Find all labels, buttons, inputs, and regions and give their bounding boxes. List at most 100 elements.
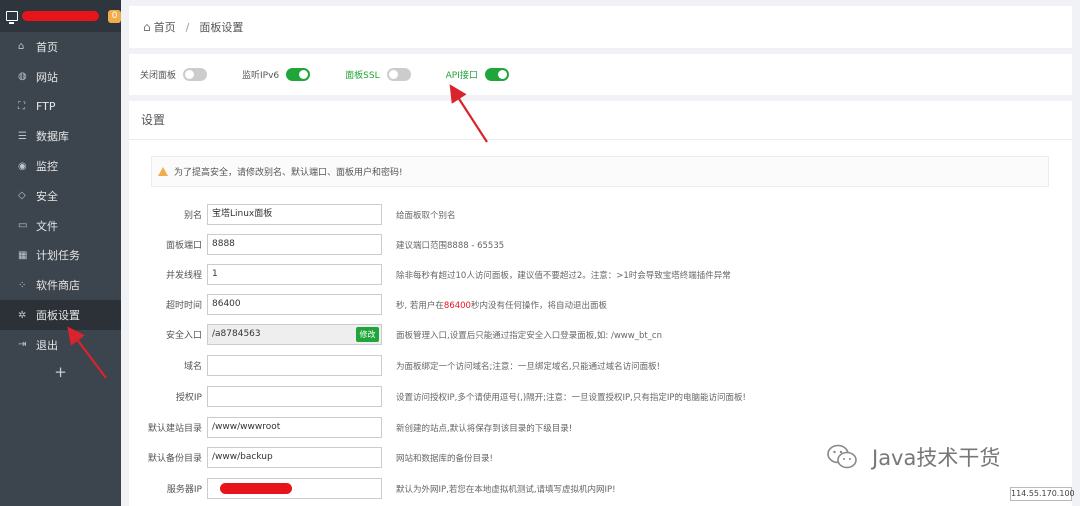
switch-on[interactable]: [484, 68, 509, 81]
field-row-backup-dir: 默认备份目录 /www/backup 网站和数据库的备份目录!: [129, 447, 493, 468]
sidebar-item-label: 面板设置: [36, 309, 80, 323]
sidebar-item-label: 数据库: [36, 130, 69, 144]
toggle-label: API接口: [445, 71, 478, 81]
field-hint: 面板管理入口,设置后只能通过指定安全入口登录面板,如: /www_bt_cn: [396, 330, 662, 341]
sidebar-item-home[interactable]: ⌂ 首页: [0, 32, 121, 62]
home-icon: ⌂: [18, 41, 25, 53]
field-label: 别名: [183, 211, 202, 221]
sidebar-item-label: FTP: [36, 99, 56, 113]
home-icon: ⌂: [143, 20, 151, 34]
field-hint: 给面板取个别名: [396, 210, 456, 221]
field-label: 授权IP: [175, 393, 202, 403]
toggle-api[interactable]: API接口: [446, 68, 509, 81]
hint-text: 秒, 若用户在: [396, 300, 444, 311]
sidebar-item-website[interactable]: ◍ 网站: [0, 62, 121, 92]
logout-icon: ⇥: [18, 339, 27, 351]
redacted-server-name: [21, 11, 100, 21]
sidebar-item-cron[interactable]: ▦ 计划任务: [0, 241, 121, 271]
sidebar-item-label: 计划任务: [36, 249, 80, 263]
hint-highlight: 86400: [443, 300, 471, 311]
sidebar-item-ftp[interactable]: ⛶ FTP: [0, 92, 121, 122]
warning-text: 为了提高安全，请修改别名、默认端口、面板用户和密码!: [174, 168, 403, 178]
sidebar-item-label: 监控: [36, 160, 58, 174]
toggle-label: 面板SSL: [345, 71, 380, 81]
field-row-alias: 别名 宝塔Linux面板 给面板取个别名: [129, 204, 456, 225]
alias-input[interactable]: 宝塔Linux面板: [207, 204, 382, 225]
warning-icon: [158, 167, 168, 176]
sidebar-header: 0: [0, 0, 122, 32]
breadcrumb-separator: /: [185, 20, 190, 34]
sidebar-item-security[interactable]: ◇ 安全: [0, 181, 121, 211]
hint-text: 秒内没有任何操作，将自动退出面板: [470, 300, 607, 311]
field-label: 域名: [183, 362, 202, 372]
field-row-entrance: 安全入口 /a8784563 修改 面板管理入口,设置后只能通过指定安全入口登录…: [129, 324, 662, 345]
field-label: 服务器IP: [166, 485, 202, 495]
timeout-input[interactable]: 86400: [207, 294, 382, 315]
sidebar-item-database[interactable]: ☰ 数据库: [0, 121, 121, 151]
backup-dir-input[interactable]: /www/backup: [207, 447, 382, 468]
site-dir-input[interactable]: /www/wwwroot: [207, 417, 382, 438]
field-label: 默认建站目录: [147, 424, 202, 434]
monitor-icon: ◉: [18, 160, 27, 172]
monitor-icon: [6, 11, 18, 24]
toggle-close-panel[interactable]: 关闭面板: [140, 68, 208, 81]
field-row-port: 面板端口 8888 建议端口范围8888 - 65535: [129, 234, 504, 255]
globe-icon: ◍: [18, 71, 27, 83]
port-input[interactable]: 8888: [207, 234, 382, 255]
field-row-threads: 并发线程 1 除非每秒有超过10人访问面板，建议值不要超过2。注意：>1时会导致…: [129, 264, 731, 285]
field-row-server-ip: 服务器IP 默认为外网IP,若您在本地虚拟机测试,请填写虚拟机内网IP!: [129, 478, 616, 499]
server-ip-input[interactable]: [207, 478, 382, 499]
domain-input[interactable]: [207, 355, 382, 376]
field-hint: 新创建的站点,默认将保存到该目录的下级目录!: [396, 423, 573, 434]
sidebar-item-logout[interactable]: ⇥ 退出: [0, 330, 121, 360]
watermark: Java技术干货: [826, 442, 1000, 472]
field-label: 并发线程: [165, 271, 202, 281]
sidebar-item-store[interactable]: ⁘ 软件商店: [0, 270, 121, 300]
watermark-text: Java技术干货: [872, 446, 1001, 470]
switch-on[interactable]: [286, 68, 311, 81]
field-hint: 除非每秒有超过10人访问面板，建议值不要超过2。注意：>1时会导致宝塔终端插件异…: [396, 270, 731, 281]
sidebar-item-panel-settings[interactable]: ✲ 面板设置: [0, 300, 121, 330]
main-content: ⌂ 首页 / 面板设置 关闭面板 监听IPv6 面板SSL API接口 设置 为…: [129, 0, 1072, 506]
field-hint: 设置访问授权IP,多个请使用逗号(,)隔开;注意：一旦设置授权IP,只有指定IP…: [396, 392, 746, 403]
field-label: 安全入口: [165, 331, 202, 341]
sidebar-item-label: 文件: [36, 219, 58, 233]
sidebar-item-monitor[interactable]: ◉ 监控: [0, 151, 121, 181]
message-badge[interactable]: 0: [108, 9, 122, 23]
folder-icon: ▭: [18, 220, 28, 232]
threads-input[interactable]: 1: [207, 264, 382, 285]
field-row-site-dir: 默认建站目录 /www/wwwroot 新创建的站点,默认将保存到该目录的下级目…: [129, 417, 572, 438]
field-label: 超时时间: [165, 301, 202, 311]
field-row-domain: 域名 为面板绑定一个访问域名;注意：一旦绑定域名,只能通过域名访问面板!: [129, 355, 660, 376]
toggle-bar: 关闭面板 监听IPv6 面板SSL API接口: [129, 54, 1072, 95]
wechat-icon: [827, 444, 857, 469]
sidebar-item-label: 安全: [36, 189, 58, 203]
toggle-ipv6[interactable]: 监听IPv6: [242, 68, 311, 81]
sidebar-item-label: 软件商店: [36, 279, 80, 293]
redacted-server-ip: [220, 483, 292, 494]
field-hint: 为面板绑定一个访问域名;注意：一旦绑定域名,只能通过域名访问面板!: [396, 361, 660, 372]
switch-off[interactable]: [386, 68, 411, 81]
field-hint: 秒, 若用户在86400秒内没有任何操作，将自动退出面板: [396, 299, 607, 311]
database-icon: ☰: [18, 130, 27, 142]
toggle-ssl[interactable]: 面板SSL: [345, 68, 411, 81]
field-hint: 网站和数据库的备份目录!: [396, 453, 493, 464]
sidebar-item-label: 首页: [36, 40, 58, 54]
field-row-auth-ip: 授权IP 设置访问授权IP,多个请使用逗号(,)隔开;注意：一旦设置授权IP,只…: [129, 386, 746, 407]
toggle-label: 关闭面板: [140, 71, 177, 81]
edit-entrance-button[interactable]: 修改: [356, 327, 379, 342]
sidebar-item-label: 网站: [36, 70, 58, 84]
sidebar-item-files[interactable]: ▭ 文件: [0, 211, 121, 241]
ip-tooltip: 114.55.170.100: [1010, 487, 1075, 501]
breadcrumb-home[interactable]: 首页: [154, 19, 176, 35]
field-hint: 建议端口范围8888 - 65535: [396, 240, 505, 251]
breadcrumb-current: 面板设置: [199, 21, 244, 34]
apps-icon: ⁘: [18, 279, 27, 291]
ftp-icon: ⛶: [18, 100, 25, 112]
add-nav-button[interactable]: +: [0, 363, 121, 381]
switch-off[interactable]: [183, 68, 208, 81]
warning-banner: 为了提高安全，请修改别名、默认端口、面板用户和密码!: [151, 156, 1049, 187]
auth-ip-input[interactable]: [207, 386, 382, 407]
sidebar-item-label: 退出: [36, 338, 58, 352]
toggle-label: 监听IPv6: [242, 71, 280, 81]
